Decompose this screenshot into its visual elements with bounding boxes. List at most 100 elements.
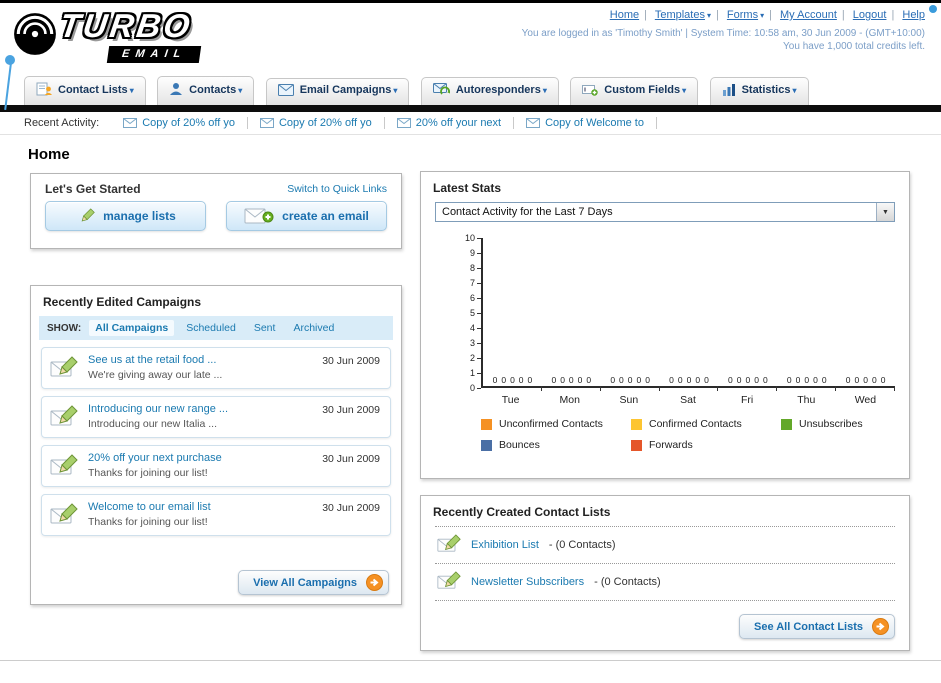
chart-group: 00000 [718, 238, 778, 391]
contact-list-link[interactable]: Newsletter Subscribers [471, 576, 584, 588]
campaign-row[interactable]: See us at the retail food ... We're givi… [41, 347, 391, 389]
autoresponders-icon [432, 83, 451, 99]
chart-group: 00000 [836, 238, 896, 391]
chart-value-label: 0 [745, 375, 751, 385]
y-axis-tick: 9 [470, 248, 481, 258]
separator: | [891, 9, 895, 21]
contact-list-row[interactable]: Exhibition List - (0 Contacts) [435, 526, 895, 563]
chevron-down-icon: ▾ [238, 86, 243, 95]
chart-value-label: 0 [854, 375, 860, 385]
get-started-title: Let's Get Started [45, 182, 141, 196]
chart-plot: 00000000000000000000000000000000000 [481, 238, 896, 391]
nav-tab-contact-lists[interactable]: Contact Lists ▾ [24, 76, 146, 105]
x-axis-label: Sat [680, 394, 696, 406]
select-dropdown-arrow-icon: ▼ [876, 203, 894, 221]
turbo-email-logo[interactable]: TURBO EMAIL [12, 7, 272, 65]
recent-activity-item-label: Copy of 20% off yo [278, 117, 372, 129]
recent-activity-bar: Recent Activity: Copy of 20% off yo Copy… [0, 112, 941, 135]
nav-tab-autoresponders[interactable]: Autoresponders ▾ [420, 77, 559, 105]
chart-value-label: 0 [492, 375, 498, 385]
contact-list-detail: - (0 Contacts) [548, 539, 616, 551]
nav-tab-contacts[interactable]: Contacts ▾ [157, 76, 255, 105]
page-title: Home [28, 146, 70, 163]
legend-label: Forwards [649, 439, 693, 451]
contact-list-row[interactable]: Newsletter Subscribers - (0 Contacts) [435, 563, 895, 601]
campaign-date: 30 Jun 2009 [322, 502, 380, 514]
chart-value-label: 0 [677, 375, 683, 385]
y-axis-tick: 1 [470, 368, 481, 378]
get-started-panel: Let's Get Started Switch to Quick Links … [30, 173, 402, 249]
campaign-row[interactable]: Introducing our new range ... Introducin… [41, 396, 391, 438]
chart-value-label: 0 [586, 375, 592, 385]
contact-lists-panel-title: Recently Created Contact Lists [433, 505, 611, 519]
recent-activity-item[interactable]: Copy of Welcome to [514, 117, 657, 129]
nav-tab-custom-fields[interactable]: Custom Fields ▾ [570, 77, 699, 105]
recent-activity-item[interactable]: 20% off your next [385, 117, 515, 129]
nav-tab-email-campaigns[interactable]: Email Campaigns ▾ [265, 78, 410, 105]
top-link-templates[interactable]: Templates [655, 9, 705, 21]
legend-item: Confirmed Contacts [631, 418, 781, 430]
top-link-my-account[interactable]: My Account [780, 9, 837, 21]
legend-label: Unsubscribes [799, 418, 863, 430]
view-all-campaigns-button[interactable]: View All Campaigns [238, 570, 389, 595]
y-axis-tick: 8 [470, 263, 481, 273]
top-link-logout[interactable]: Logout [853, 9, 887, 21]
chart-group: 00000 [542, 238, 601, 391]
chart-value-label: 0 [786, 375, 792, 385]
campaigns-filter-tabs: SHOW: All Campaigns Scheduled Sent Archi… [39, 316, 393, 340]
envelope-icon [396, 118, 411, 128]
stats-period-select[interactable]: Contact Activity for the Last 7 Days ▼ [435, 202, 895, 222]
header-right: Home | Templates ▾ | Forms ▾ | My Account | Lo… [522, 9, 925, 52]
contact-lists-icon [36, 82, 52, 99]
campaign-row[interactable]: Welcome to our email list Thanks for joi… [41, 494, 391, 536]
x-axis-label: Fri [741, 394, 754, 406]
envelope-icon [526, 118, 541, 128]
chart-value-label: 0 [762, 375, 768, 385]
main-nav: Contact Lists ▾ Contacts ▾ Email Campaigns… [0, 69, 941, 105]
manage-lists-button[interactable]: manage lists [45, 201, 206, 231]
top-link-help[interactable]: Help [902, 9, 925, 21]
tab-archived[interactable]: Archived [287, 320, 340, 336]
envelope-pencil-icon [50, 356, 78, 383]
legend-label: Confirmed Contacts [649, 418, 742, 430]
y-axis-tick: 10 [465, 233, 481, 243]
recent-activity-item[interactable]: Copy of 20% off yo [111, 117, 248, 129]
chevron-down-icon: ▾ [682, 86, 687, 95]
campaign-row[interactable]: 20% off your next purchase Thanks for jo… [41, 445, 391, 487]
legend-item: Unconfirmed Contacts [481, 418, 631, 430]
legend-swatch [481, 439, 492, 451]
y-axis-tick: 4 [470, 323, 481, 333]
chart-value-label: 0 [754, 375, 759, 385]
recent-activity-item-label: Copy of 20% off yo [142, 117, 235, 129]
chart-value-label: 0 [560, 375, 565, 385]
y-axis-tick: 7 [470, 278, 481, 288]
login-info: You are logged in as 'Timothy Smith' | S… [521, 28, 925, 39]
recent-activity-item[interactable]: Copy of 20% off yo [248, 117, 385, 129]
see-all-contact-lists-label: See All Contact Lists [753, 620, 863, 633]
tab-sent[interactable]: Sent [248, 320, 282, 336]
create-an-email-label: create an email [282, 209, 369, 223]
chart-value-label: 0 [813, 375, 818, 385]
nav-divider-bar [0, 105, 941, 112]
nav-tab-statistics[interactable]: Statistics ▾ [709, 77, 809, 105]
see-all-contact-lists-button[interactable]: See All Contact Lists [738, 614, 895, 639]
chart-value-label: 0 [551, 375, 557, 385]
create-an-email-button[interactable]: create an email [226, 201, 387, 231]
tab-scheduled[interactable]: Scheduled [180, 320, 242, 336]
recently-created-contact-lists-panel: Recently Created Contact Lists Exhibitio… [420, 495, 910, 651]
contact-list-link[interactable]: Exhibition List [471, 539, 539, 551]
top-link-forms[interactable]: Forms [727, 9, 758, 21]
chart-value-label: 0 [527, 375, 533, 385]
tab-all-campaigns[interactable]: All Campaigns [89, 320, 175, 336]
manage-lists-label: manage lists [103, 209, 176, 223]
legend-item: Forwards [631, 439, 781, 451]
envelope-icon [123, 118, 138, 128]
chart-group: 00000 [660, 238, 719, 391]
x-axis-label: Tue [501, 394, 520, 406]
latest-stats-panel: Latest Stats Contact Activity for the La… [420, 171, 910, 479]
switch-to-quick-links[interactable]: Switch to Quick Links [287, 183, 387, 195]
chart-value-label: 0 [871, 375, 877, 385]
chart-value-label: 0 [577, 375, 583, 385]
y-axis-tick: 2 [470, 353, 481, 363]
top-link-home[interactable]: Home [610, 9, 639, 21]
